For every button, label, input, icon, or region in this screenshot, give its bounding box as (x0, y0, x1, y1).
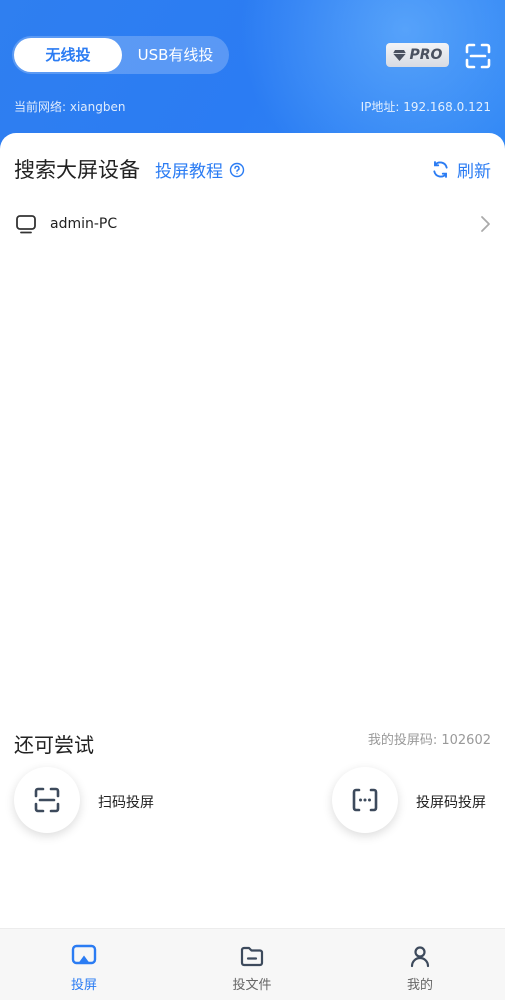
scan-cast-button[interactable] (14, 767, 80, 833)
device-row[interactable]: admin-PC (0, 206, 505, 244)
chevron-right-icon (481, 216, 490, 232)
pro-badge-label: PRO (409, 47, 443, 63)
tutorial-link-label: 投屏教程 (155, 162, 223, 182)
bottom-nav: 投屏 投文件 我的 (0, 928, 505, 1000)
diamond-icon (392, 49, 406, 61)
code-cast-button[interactable] (332, 767, 398, 833)
refresh-label: 刷新 (457, 162, 491, 182)
nav-item-files[interactable]: 投文件 (168, 929, 336, 1000)
nav-item-profile[interactable]: 我的 (336, 929, 504, 1000)
current-network: 当前网络: xiangben (14, 100, 126, 114)
code-input-icon (352, 788, 378, 812)
nav-label-cast: 投屏 (70, 978, 97, 993)
tutorial-link[interactable]: 投屏教程 (155, 157, 245, 182)
scan-icon (34, 787, 60, 813)
tab-usb[interactable]: USB有线投 (124, 38, 227, 72)
code-cast-label[interactable]: 投屏码投屏 (416, 792, 486, 812)
nav-label-profile: 我的 (406, 978, 433, 993)
refresh-button[interactable]: 刷新 (431, 157, 491, 182)
nav-label-files: 投文件 (232, 978, 272, 993)
cast-code-value: 102602 (441, 733, 491, 748)
ip-address: IP地址: 192.168.0.121 (360, 100, 491, 114)
connection-mode-toggle: 无线投 USB有线投 (12, 36, 229, 74)
cast-icon (71, 944, 97, 965)
device-name: admin-PC (50, 216, 118, 232)
refresh-icon (433, 161, 448, 178)
folder-icon (240, 946, 264, 967)
pro-badge[interactable]: PRO (386, 43, 449, 67)
my-cast-code: 我的投屏码: 102602 (368, 729, 491, 748)
monitor-icon (16, 215, 36, 234)
help-icon (229, 162, 245, 177)
nav-item-cast[interactable]: 投屏 (0, 929, 168, 1000)
person-icon (410, 946, 430, 968)
cast-code-label: 我的投屏码: (367, 733, 442, 748)
tab-wireless[interactable]: 无线投 (14, 38, 122, 72)
try-also-title: 还可尝试 (14, 733, 94, 757)
scan-cast-label[interactable]: 扫码投屏 (98, 792, 154, 812)
search-devices-title: 搜索大屏设备 (14, 158, 140, 182)
scan-icon[interactable] (464, 42, 492, 70)
